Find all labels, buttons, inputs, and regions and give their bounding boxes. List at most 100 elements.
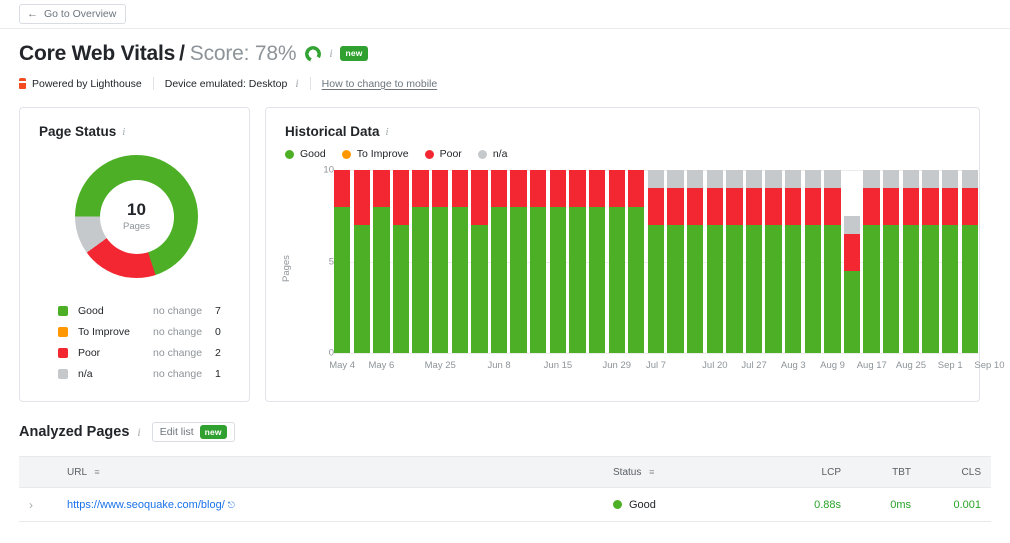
legend-label: n/a — [78, 367, 93, 380]
analyzed-pages-header: Analyzed Pages i Edit list new — [19, 422, 991, 443]
chart-bar[interactable] — [843, 170, 861, 354]
donut-value: 10 — [127, 200, 146, 220]
chart-bar[interactable] — [451, 170, 468, 354]
chart-bar[interactable] — [353, 170, 370, 354]
chart-bar-segment — [490, 170, 508, 207]
chart-bar-segment — [745, 225, 763, 354]
chart-bar[interactable] — [647, 170, 665, 354]
chart-bar[interactable] — [863, 170, 880, 354]
analyzed-pages-section: Analyzed Pages i Edit list new URL ≡ Sta… — [0, 402, 1010, 523]
chart-bar[interactable] — [588, 170, 606, 354]
chart-bar[interactable] — [569, 170, 586, 354]
table-row[interactable]: › https://www.seoquake.com/blog/⎋ Good 0.88… — [19, 487, 991, 523]
chevron-right-icon[interactable]: › — [29, 498, 33, 512]
chart-bar[interactable] — [628, 170, 645, 354]
chart-legend-item[interactable]: To Improve — [341, 148, 409, 160]
column-url[interactable]: URL ≡ — [57, 456, 603, 489]
device-info-icon[interactable]: i — [295, 76, 298, 91]
chart-bar[interactable] — [373, 170, 390, 354]
chart-bar[interactable] — [941, 170, 959, 354]
analyzed-pages-title: Analyzed Pages — [19, 424, 130, 441]
chart-bar[interactable] — [432, 170, 449, 354]
how-to-change-to-mobile-link[interactable]: How to change to mobile — [322, 78, 438, 90]
external-link-icon[interactable]: ⎋ — [228, 500, 235, 510]
lighthouse-icon — [19, 78, 26, 90]
chart-bar[interactable] — [490, 170, 508, 354]
y-axis-ticks: 0 5 10 — [266, 165, 334, 403]
chart-bar[interactable] — [686, 170, 704, 354]
chart-bar[interactable] — [922, 170, 939, 354]
chart-bar-segment — [706, 170, 723, 189]
chart-bar-segment — [706, 225, 723, 354]
chart-bar-segment — [647, 188, 665, 225]
chart-legend-item[interactable]: Good — [285, 148, 326, 160]
chart-bar[interactable] — [824, 170, 841, 354]
go-to-overview-button[interactable]: ← Go to Overview — [19, 4, 127, 24]
chart-bar-segment — [726, 188, 743, 225]
device-label: Device emulated: Desktop — [164, 77, 288, 90]
chart-bar[interactable] — [765, 170, 782, 354]
filter-icon: ≡ — [649, 466, 655, 477]
chart-bar-segment — [824, 188, 841, 225]
chart-bar[interactable] — [667, 170, 684, 354]
chart-bars — [334, 170, 978, 354]
chart-bar-segment — [667, 225, 684, 354]
chart-bar[interactable] — [726, 170, 743, 354]
legend-value: 7 — [215, 304, 221, 317]
historical-data-card: Historical Data i Good To Improve Poor n/a … — [265, 107, 1005, 403]
column-status[interactable]: Status ≡ — [603, 456, 781, 489]
chart-bar[interactable] — [392, 170, 410, 354]
chart-bar[interactable] — [804, 170, 821, 354]
chart-bar-segment — [549, 206, 567, 354]
chart-bar[interactable] — [608, 170, 625, 354]
chart-bar[interactable] — [510, 170, 527, 354]
chart-bar-segment — [530, 206, 547, 354]
x-axis-labels: May 4 May 6 May 25 Jun 8 Jun 15 Jun 29 Jul 7 Ju… — [329, 360, 1004, 376]
chart-bar[interactable] — [745, 170, 763, 354]
cards-row: Page Status i 10 Pages Good no change 7 To … — [0, 91, 1010, 403]
chart-bar[interactable] — [706, 170, 723, 354]
chart-bar-segment — [843, 270, 861, 354]
url-link[interactable]: https://www.seoquake.com/blog/ — [67, 499, 225, 511]
chart-bar[interactable] — [902, 170, 919, 354]
chart-bar[interactable] — [549, 170, 567, 354]
chart-bar-segment — [941, 225, 959, 354]
chart-bar-segment — [451, 170, 468, 207]
chart-bar[interactable] — [530, 170, 547, 354]
chart-bar[interactable] — [471, 170, 488, 354]
legend-change: no change — [153, 346, 203, 359]
chart-bar[interactable] — [334, 170, 351, 354]
page-status-legend-row: Good no change 7 — [58, 300, 233, 321]
expand-cell[interactable]: › — [19, 487, 57, 523]
edit-list-button[interactable]: Edit list new — [151, 422, 235, 443]
chart-bar[interactable] — [883, 170, 900, 354]
chart-bar[interactable] — [412, 170, 429, 354]
chart-bar-segment — [353, 225, 370, 354]
chart-legend-item[interactable]: n/a — [477, 148, 507, 160]
chart-bar-segment — [334, 206, 351, 354]
chart-bar-segment — [667, 188, 684, 225]
lcp-cell: 0.88s — [781, 487, 851, 523]
chart-bar-segment — [883, 170, 900, 189]
page-status-donut-chart: 10 Pages — [75, 155, 198, 279]
analyzed-pages-info-icon[interactable]: i — [137, 425, 140, 440]
meta-divider-1 — [152, 77, 154, 91]
page-status-info-icon[interactable]: i — [122, 126, 125, 138]
column-cls[interactable]: CLS — [921, 456, 991, 489]
chart-bar-segment — [608, 206, 625, 354]
historical-info-icon[interactable]: i — [386, 126, 389, 138]
chart-bar-segment — [686, 225, 704, 354]
chart-bar-segment — [902, 170, 919, 189]
chart-bar[interactable] — [785, 170, 802, 354]
chart-bar-segment — [745, 170, 763, 189]
column-tbt[interactable]: TBT — [851, 456, 921, 489]
chart-legend-item[interactable]: Poor — [424, 148, 462, 161]
url-cell: https://www.seoquake.com/blog/⎋ — [57, 487, 603, 523]
column-lcp[interactable]: LCP — [781, 456, 851, 489]
score-info-icon[interactable]: i — [329, 46, 332, 60]
chart-bar[interactable] — [961, 170, 978, 354]
chart-bar-segment — [608, 170, 625, 207]
page-status-title: Page Status — [39, 124, 117, 140]
legend-item-label: Poor — [439, 148, 462, 161]
status-label: Good — [629, 498, 656, 511]
